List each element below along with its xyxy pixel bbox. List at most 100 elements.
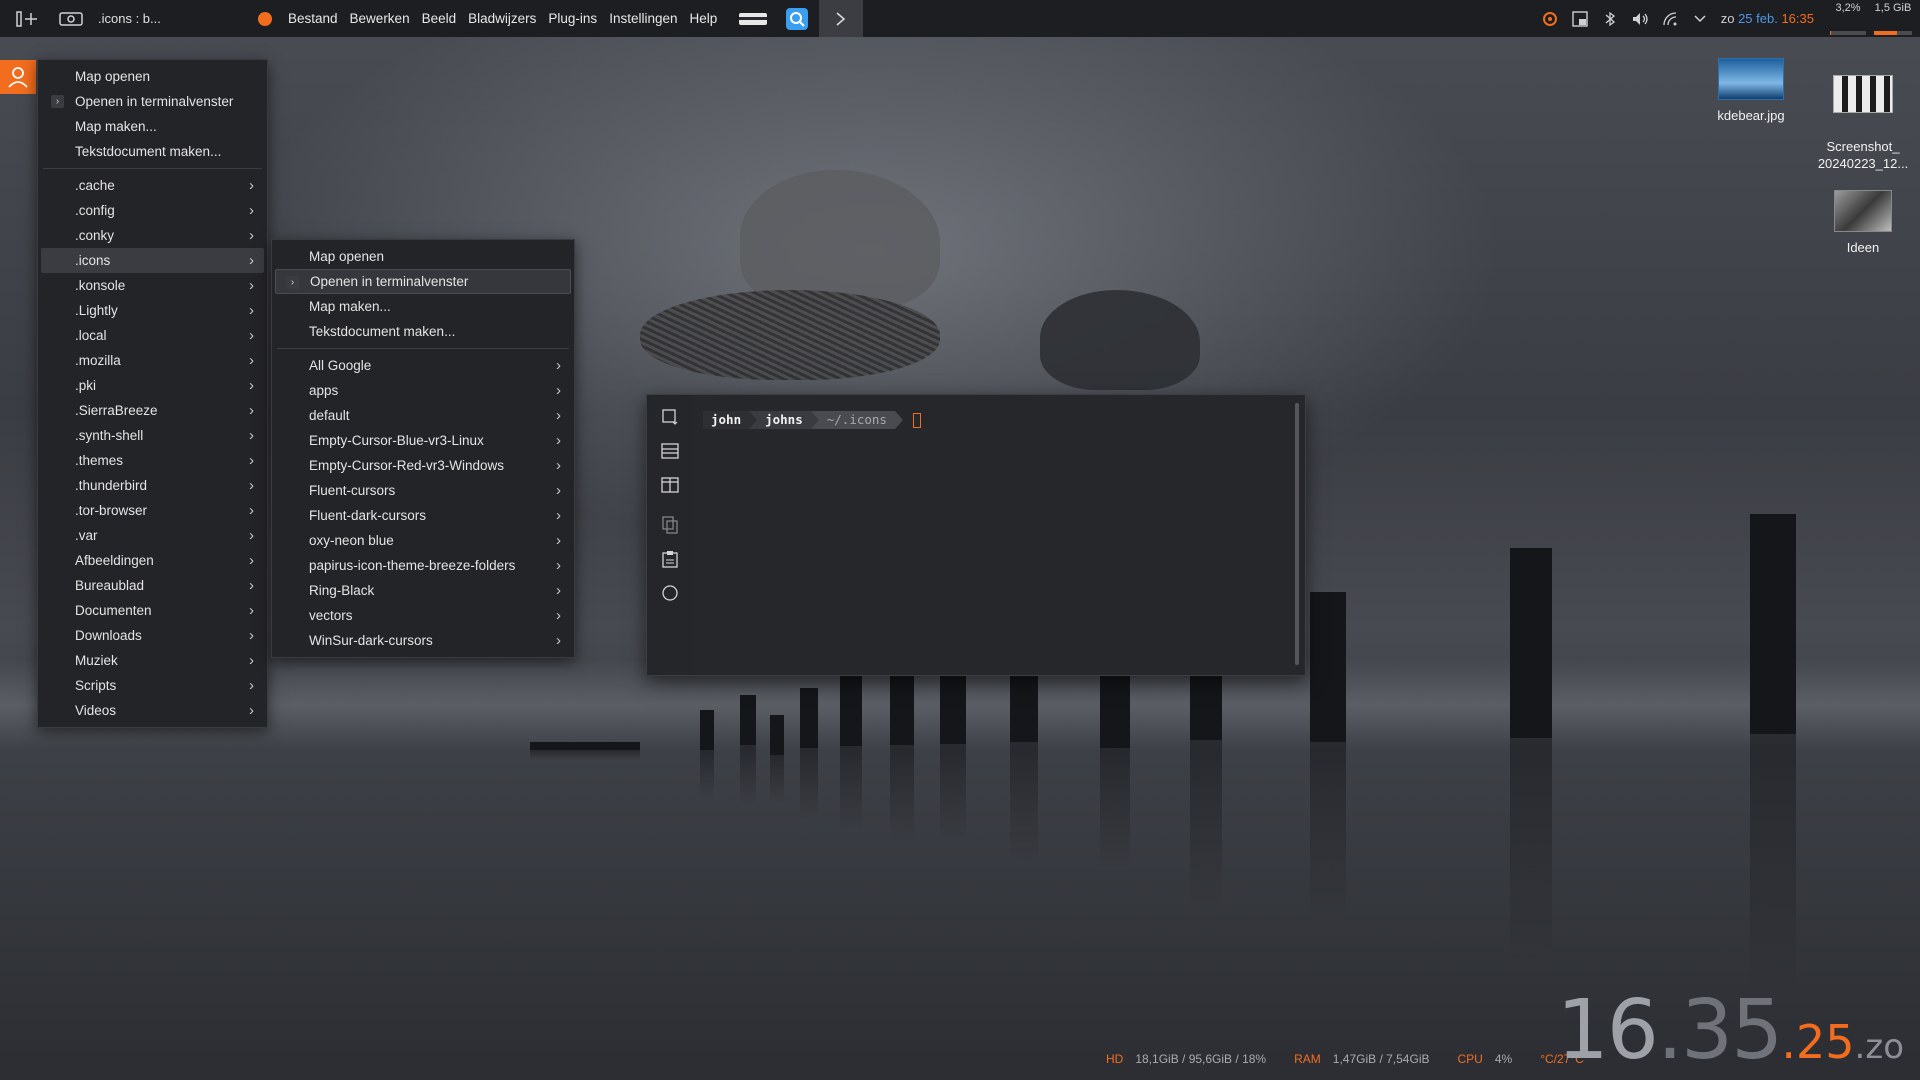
menu-item-label: .mozilla — [75, 353, 121, 368]
menu-action-openen-in-terminalvenster[interactable]: › Openen in terminalvenster — [275, 269, 571, 294]
menu-folder-themes[interactable]: .themes › — [41, 448, 264, 473]
terminal-icon: › — [51, 95, 64, 108]
menu-folder-afbeeldingen[interactable]: Afbeeldingen › — [41, 548, 264, 573]
overview-icon[interactable] — [14, 7, 40, 31]
menu-folder-fluent-dark-cursors[interactable]: Fluent-dark-cursors › — [275, 503, 571, 528]
menu-action-map-openen[interactable]: Map openen — [275, 244, 571, 269]
menu-beeld[interactable]: Beeld — [416, 11, 463, 26]
chevron-right-icon: › — [249, 177, 254, 194]
menu-folder-pki[interactable]: .pki › — [41, 373, 264, 398]
folder-icon — [51, 579, 64, 592]
menu-folder-scripts[interactable]: Scripts › — [41, 673, 264, 698]
menu-folder-apps[interactable]: apps › — [275, 378, 571, 403]
desktop-icon-screenshot[interactable]: Screenshot_ 20240223_12... — [1813, 58, 1913, 189]
menu-folder-tor-browser[interactable]: .tor-browser › — [41, 498, 264, 523]
copy-icon[interactable] — [658, 513, 682, 537]
menu-help[interactable]: Help — [684, 11, 724, 26]
menu-folder-papirus-icon-theme-breeze-folders[interactable]: papirus-icon-theme-breeze-folders › — [275, 553, 571, 578]
menu-folder-fluent-cursors[interactable]: Fluent-cursors › — [275, 478, 571, 503]
menu-action-map-maken[interactable]: Map maken... — [41, 114, 264, 139]
menu-folder-conky[interactable]: .conky › — [41, 223, 264, 248]
screenshot-icon[interactable] — [58, 7, 84, 31]
menu-folder-mozilla[interactable]: .mozilla › — [41, 348, 264, 373]
clock-second: 25 — [1795, 1015, 1855, 1069]
menu-folder-synth-shell[interactable]: .synth-shell › — [41, 423, 264, 448]
menu-folder-var[interactable]: .var › — [41, 523, 264, 548]
network-icon[interactable] — [1655, 11, 1685, 27]
terminal-output[interactable]: john johns ~/.icons — [693, 395, 1305, 675]
menu-folder-winsur-dark-cursors[interactable]: WinSur-dark-cursors › — [275, 628, 571, 653]
wallpaper-post-reflection — [940, 744, 966, 840]
menu-folder-config[interactable]: .config › — [41, 198, 264, 223]
bluetooth-icon[interactable] — [1595, 11, 1625, 27]
memory-meter-fill — [1874, 31, 1897, 35]
menu-folder-empty-cursor-blue-vr3-linux[interactable]: Empty-Cursor-Blue-vr3-Linux › — [275, 428, 571, 453]
terminal-window[interactable]: john johns ~/.icons — [646, 394, 1306, 676]
panel-clock[interactable]: zo 25 feb. 16:35 — [1721, 11, 1814, 26]
menu-bestand[interactable]: Bestand — [282, 11, 344, 26]
clock-date: 25 feb. — [1738, 11, 1778, 26]
menu-folder-all-google[interactable]: All Google › — [275, 353, 571, 378]
folder-icon — [285, 559, 298, 572]
menu-folder-bureaublad[interactable]: Bureaublad › — [41, 573, 264, 598]
launcher-button[interactable] — [0, 60, 36, 94]
wallpaper-elephant — [740, 170, 940, 310]
new-tab-icon[interactable] — [658, 405, 682, 429]
terminal-scrollbar[interactable] — [1295, 403, 1299, 665]
paste-icon[interactable] — [658, 547, 682, 571]
desktop-icon-kdebear[interactable]: kdebear.jpg — [1701, 58, 1801, 123]
menu-action-tekstdocument-maken[interactable]: Tekstdocument maken... — [275, 319, 571, 344]
menu-item-label: Map maken... — [309, 299, 391, 314]
circle-icon[interactable] — [658, 581, 682, 605]
menu-folder-vectors[interactable]: vectors › — [275, 603, 571, 628]
menu-folder-thunderbird[interactable]: .thunderbird › — [41, 473, 264, 498]
menu-folder-downloads[interactable]: Downloads › — [41, 623, 264, 648]
menu-folder-local[interactable]: .local › — [41, 323, 264, 348]
folder-icon — [285, 634, 298, 647]
wallpaper-post — [530, 742, 640, 750]
cpu-meter[interactable]: 3,2% — [1826, 0, 1870, 37]
menu-folder-lightly[interactable]: .Lightly › — [41, 298, 264, 323]
clock-separator: . — [1656, 983, 1683, 1078]
menu-action-tekstdocument-maken[interactable]: Tekstdocument maken... — [41, 139, 264, 164]
menu-folder-oxy-neon-blue[interactable]: oxy-neon blue › — [275, 528, 571, 553]
menu-folder-videos[interactable]: Videos › — [41, 698, 264, 723]
wallpaper-post-reflection — [890, 745, 914, 841]
menu-bewerken[interactable]: Bewerken — [344, 11, 416, 26]
volume-icon[interactable] — [1625, 11, 1655, 27]
menu-action-map-openen[interactable]: Map openen — [41, 64, 264, 89]
desktop-icon-ideen[interactable]: Ideen — [1813, 190, 1913, 255]
wallpaper-post — [800, 688, 818, 748]
chevron-right-icon: › — [249, 627, 254, 644]
split-horizontal-icon[interactable] — [658, 439, 682, 463]
menu-bladwijzers[interactable]: Bladwijzers — [462, 11, 542, 26]
menu-item-label: Downloads — [75, 628, 142, 643]
menu-action-map-maken[interactable]: Map maken... — [275, 294, 571, 319]
task-search-button[interactable] — [775, 0, 819, 37]
chevron-right-icon: › — [249, 702, 254, 719]
menu-folder-sierrabreeze[interactable]: .SierraBreeze › — [41, 398, 264, 423]
menu-folder-muziek[interactable]: Muziek › — [41, 648, 264, 673]
settings-gear-icon[interactable] — [1535, 10, 1565, 28]
menu-item-label: Map openen — [75, 69, 151, 84]
task-terminal-button[interactable] — [819, 0, 864, 37]
menu-folder-default[interactable]: default › — [275, 403, 571, 428]
menu-instellingen[interactable]: Instellingen — [603, 11, 683, 26]
menu-folder-documenten[interactable]: Documenten › — [41, 598, 264, 623]
menu-folder-ring-black[interactable]: Ring-Black › — [275, 578, 571, 603]
menu-folder-cache[interactable]: .cache › — [41, 173, 264, 198]
menu-item-label: All Google — [309, 358, 372, 373]
menu-action-openen-in-terminalvenster[interactable]: › Openen in terminalvenster — [41, 89, 264, 114]
folder-icon — [51, 354, 64, 367]
chevron-right-icon: › — [249, 527, 254, 544]
menu-item-label: .icons — [75, 253, 111, 268]
menu-folder-konsole[interactable]: .konsole › — [41, 273, 264, 298]
chevron-down-icon[interactable] — [1685, 14, 1715, 23]
menu-plug-ins[interactable]: Plug-ins — [542, 11, 603, 26]
task-window-button[interactable] — [731, 0, 775, 37]
menu-folder-icons[interactable]: .icons › — [41, 248, 264, 273]
split-vertical-icon[interactable] — [658, 473, 682, 497]
memory-meter[interactable]: 1,5 GiB — [1870, 0, 1916, 37]
menu-folder-empty-cursor-red-vr3-windows[interactable]: Empty-Cursor-Red-vr3-Windows › — [275, 453, 571, 478]
clipboard-window-icon[interactable] — [1565, 10, 1595, 27]
